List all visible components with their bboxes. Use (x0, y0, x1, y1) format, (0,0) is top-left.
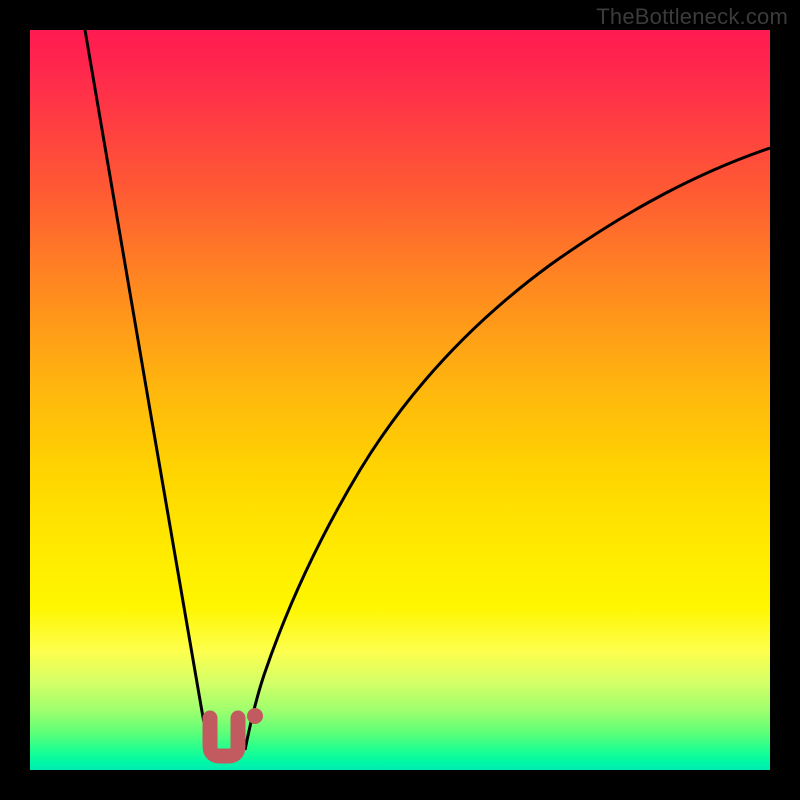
left-curve (85, 30, 210, 750)
curves-svg (30, 30, 770, 770)
right-curve (245, 148, 770, 750)
valley-dot (247, 708, 263, 724)
chart-frame: TheBottleneck.com (0, 0, 800, 800)
watermark-text: TheBottleneck.com (596, 4, 788, 30)
valley-u-marker (210, 718, 238, 756)
plot-area (30, 30, 770, 770)
